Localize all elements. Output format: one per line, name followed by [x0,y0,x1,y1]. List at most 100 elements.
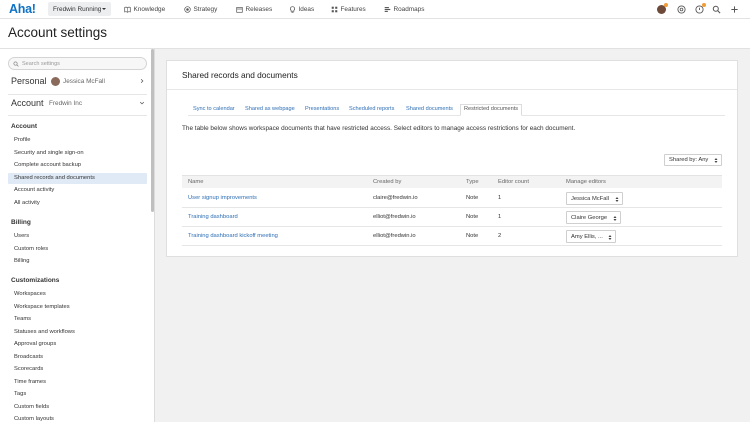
manage-editors-value: Claire George [571,215,608,221]
manage-editors-select[interactable]: Amy Ellis, ... [566,230,616,243]
account-label: Account [11,98,44,108]
shared-by-filter[interactable]: Shared by: Any [664,154,722,166]
table-header: Name Created by Type Editor count Manage… [182,175,722,188]
help-icon[interactable] [677,5,686,14]
document-name-link[interactable]: User signup improvements [188,195,257,201]
nav-releases-label: Releases [245,6,273,13]
nav-knowledge[interactable]: Knowledge [124,6,165,13]
nav-strategy[interactable]: Strategy [184,6,217,13]
chevron-right-icon [139,78,145,84]
page-title: Account settings [8,25,108,40]
sidebar-item-backup[interactable]: Complete account backup [8,160,147,171]
column-header-created-by: Created by [373,179,402,185]
column-header-manage-editors: Manage editors [566,179,606,185]
nav-knowledge-label: Knowledge [133,6,166,13]
aha-logo[interactable]: Aha! [9,2,36,16]
sidebar-item-profile[interactable]: Profile [8,135,147,146]
personal-label: Personal [11,76,47,86]
chevron-down-icon [102,7,106,10]
card-divider [167,89,737,90]
notification-badge [664,3,668,7]
chevron-down-icon [139,100,145,106]
settings-sidebar: Search settings Personal Jessica McFall … [0,49,155,422]
personal-section[interactable]: Personal Jessica McFall [11,76,147,90]
nav-ideas[interactable]: Ideas [289,6,314,13]
tab-sync-to-calendar[interactable]: Sync to calendar [193,104,235,115]
column-header-name: Name [188,179,204,185]
table-row: User signup improvements claire@fredwin.… [182,189,722,208]
add-icon[interactable] [730,5,739,14]
user-avatar [51,76,60,86]
search-icon[interactable] [712,5,721,14]
sidebar-item-time-frames[interactable]: Time frames [8,377,147,388]
sidebar-item-custom-layouts[interactable]: Custom layouts [8,414,147,422]
document-name-link[interactable]: Training dashboard [188,214,238,220]
column-header-editor-count: Editor count [498,179,529,185]
document-type: Note [466,195,479,201]
tab-shared-as-webpage[interactable]: Shared as webpage [245,104,295,115]
sidebar-item-statuses-workflows[interactable]: Statuses and workflows [8,327,147,338]
notifications-icon[interactable] [695,3,706,14]
nav-features-label: Features [340,6,366,13]
sidebar-item-billing[interactable]: Billing [8,256,147,267]
sidebar-item-custom-fields[interactable]: Custom fields [8,402,147,413]
editor-count: 1 [498,214,502,220]
calendar-icon [236,6,243,13]
sidebar-item-shared-records[interactable]: Shared records and documents [8,172,147,184]
top-navigation-bar: Aha! Fredwin Running Knowledge Strategy … [0,0,750,19]
account-section[interactable]: Account Fredwin Inc [11,98,147,112]
sidebar-divider [8,94,147,95]
manage-editors-select[interactable]: Jessica McFall [566,192,623,205]
column-header-type: Type [466,179,479,185]
search-placeholder: Search settings [22,60,60,67]
sidebar-item-custom-roles[interactable]: Custom roles [8,244,147,255]
workspace-selector[interactable]: Fredwin Running [48,2,111,16]
user-avatar[interactable] [657,3,668,14]
editor-count: 1 [498,195,502,201]
personal-user-name: Jessica McFall [63,78,105,85]
nav-releases[interactable]: Releases [236,6,272,13]
sidebar-item-broadcasts[interactable]: Broadcasts [8,352,147,363]
tab-restricted-documents[interactable]: Restricted documents [460,104,523,116]
sidebar-item-all-activity[interactable]: All activity [8,198,147,209]
manage-editors-value: Jessica McFall [571,196,610,202]
lightbulb-icon [289,6,296,13]
sidebar-item-users[interactable]: Users [8,231,147,242]
nav-roadmaps-label: Roadmaps [393,6,425,13]
document-name-link[interactable]: Training dashboard kickoff meeting [188,233,278,239]
sidebar-item-workspace-templates[interactable]: Workspace templates [8,302,147,313]
up-down-arrow-icon [613,215,617,222]
sidebar-item-scorecards[interactable]: Scorecards [8,364,147,375]
grid-icon [331,6,338,13]
card-title: Shared records and documents [182,70,298,80]
settings-search-input[interactable]: Search settings [8,57,147,70]
sidebar-scrollbar[interactable] [151,49,154,212]
tab-scheduled-reports[interactable]: Scheduled reports [349,104,394,115]
shared-records-card: Shared records and documents Sync to cal… [166,60,738,257]
book-icon [124,6,131,13]
manage-editors-select[interactable]: Claire George [566,211,621,224]
page-header: Account settings [0,19,750,49]
nav-ideas-label: Ideas [298,6,315,13]
nav-features[interactable]: Features [331,6,366,13]
tab-presentations[interactable]: Presentations [305,104,339,115]
sidebar-item-account-activity[interactable]: Account activity [8,185,147,196]
sidebar-item-approval-groups[interactable]: Approval groups [8,339,147,350]
up-down-arrow-icon [615,196,619,203]
sidebar-item-security[interactable]: Security and single sign-on [8,148,147,159]
sidebar-item-tags[interactable]: Tags [8,389,147,400]
sidebar-item-workspaces[interactable]: Workspaces [8,289,147,300]
target-icon [184,6,191,13]
nav-roadmaps[interactable]: Roadmaps [384,6,424,13]
notification-badge [702,3,706,7]
up-down-arrow-icon [608,234,612,241]
document-type: Note [466,214,479,220]
sidebar-divider [8,115,147,116]
created-by: claire@fredwin.io [373,195,418,201]
roadmap-icon [384,6,391,13]
tab-shared-documents[interactable]: Shared documents [406,104,453,115]
search-icon [13,60,19,67]
sidebar-item-teams[interactable]: Teams [8,314,147,325]
manage-editors-value: Amy Ellis, ... [571,234,603,240]
group-heading-billing: Billing [11,219,31,226]
